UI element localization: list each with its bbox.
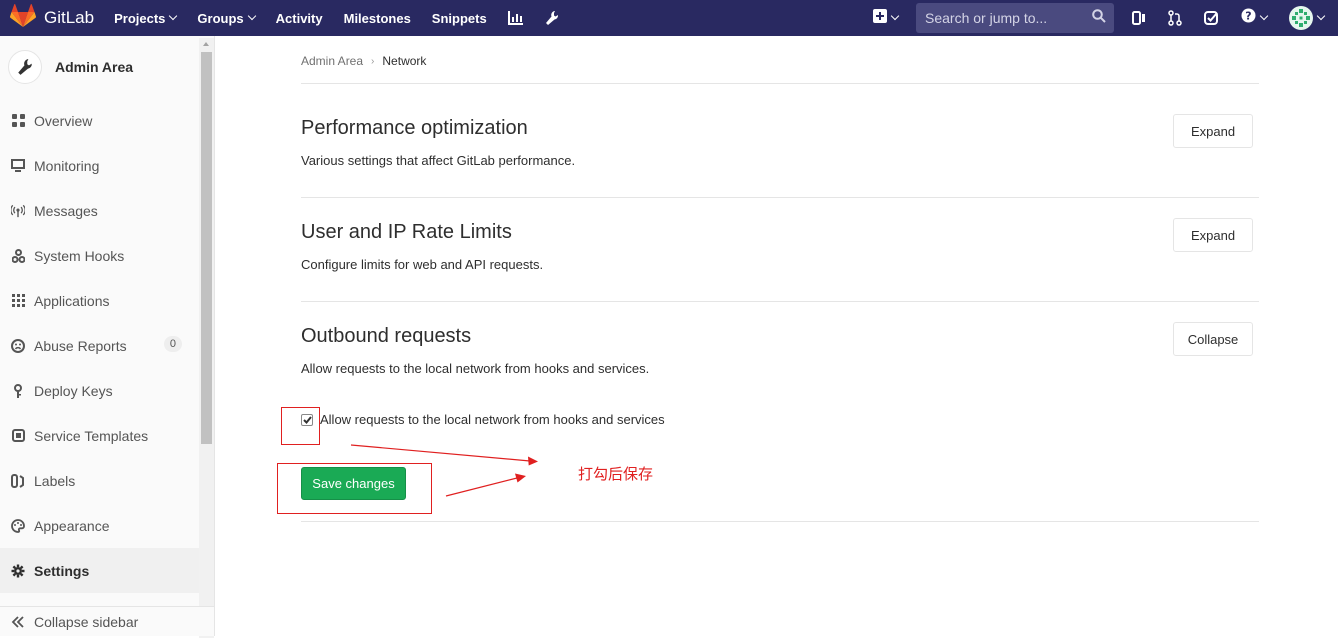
sidebar-item-label: Monitoring [34,157,100,174]
scroll-up-arrow-icon[interactable] [203,42,209,46]
abuse-count-badge: 0 [163,336,182,352]
collapse-outbound-button[interactable]: Collapse [1173,322,1253,356]
chevron-down-icon [1259,11,1269,21]
sidebar-item-applications[interactable]: Applications [0,278,199,323]
nav-projects-label: Projects [114,10,166,26]
nav-groups[interactable]: Groups [197,10,256,26]
expand-performance-button[interactable]: Expand [1173,114,1253,148]
sidebar-item-settings[interactable]: Settings [0,548,199,593]
sidebar-item-label: Settings [34,562,90,579]
labels-icon [11,473,25,488]
wrench-icon [8,50,42,84]
top-navbar: GitLab Projects Groups Activity Mileston… [0,0,1338,36]
broadcast-icon [11,204,25,218]
double-chevron-left-icon [11,615,25,628]
gitlab-logo-icon [9,3,37,33]
nav-groups-label: Groups [197,10,244,26]
sidebar-item-overview[interactable]: Overview [0,98,199,143]
nav-milestones[interactable]: Milestones [344,11,411,26]
sidebar-item-deploy-keys[interactable]: Deploy Keys [0,368,199,413]
search-placeholder: Search or jump to... [925,10,1048,26]
sidebar-scrollbar[interactable] [199,38,214,638]
main-nav: Projects Groups Activity Milestones Snip… [114,10,581,26]
sidebar-item-label: Labels [34,472,76,489]
merge-request-icon[interactable] [1168,10,1182,26]
sidebar-item-label: Service Templates [34,427,149,444]
nav-activity[interactable]: Activity [276,11,323,26]
gitlab-home-link[interactable]: GitLab [9,3,95,33]
overview-icon [11,114,25,128]
nav-activity-label: Activity [275,10,323,26]
template-icon [11,429,25,443]
search-icon [1092,8,1106,28]
question-icon: ? [1241,8,1256,28]
sidebar-item-label: Deploy Keys [34,382,113,399]
abuse-icon [11,338,25,353]
svg-text:?: ? [1245,10,1251,23]
appearance-icon [11,518,25,533]
avatar [1289,6,1313,30]
sidebar-item-label: Abuse Reports [34,337,127,354]
expand-rate-limits-button[interactable]: Expand [1173,218,1253,252]
annotation-arrows [350,444,538,497]
sidebar-item-label: Messages [34,202,98,219]
user-menu[interactable] [1289,6,1326,30]
nav-snippets-label: Snippets [431,10,487,26]
nav-projects[interactable]: Projects [114,10,178,26]
annotation-arrow-upper [350,444,538,466]
nav-snippets[interactable]: Snippets [432,11,487,26]
monitor-icon [11,159,25,173]
todo-check-icon[interactable] [1204,10,1219,26]
new-dropdown-button[interactable] [873,8,900,28]
right-nav: Search or jump to... ? [873,0,1338,36]
admin-sidebar: Admin Area Overview Monitoring Messages … [0,36,215,638]
settings-icon [11,564,25,578]
apps-icon [11,294,25,308]
hook-icon [11,248,25,263]
brand-name: GitLab [44,8,95,27]
collapse-sidebar-label: Collapse sidebar [34,613,139,630]
sidebar-item-abuse-reports[interactable]: Abuse Reports 0 [0,323,199,368]
annotation-arrow-lower [445,473,526,497]
nav-milestones-label: Milestones [343,10,411,26]
key-icon [11,383,25,398]
plus-square-icon [873,8,887,28]
help-dropdown[interactable]: ? [1241,8,1269,28]
sidebar-title: Admin Area [55,59,134,75]
chevron-down-icon [169,11,178,21]
chart-icon[interactable] [507,11,523,25]
chevron-down-icon [1316,11,1326,21]
sidebar-item-appearance[interactable]: Appearance [0,503,199,548]
sidebar-item-monitoring[interactable]: Monitoring [0,143,199,188]
admin-wrench-icon[interactable] [545,10,559,26]
chevron-down-icon [890,11,900,21]
scrollbar-thumb[interactable] [201,52,212,444]
sidebar-item-label: Applications [34,292,110,309]
chevron-down-icon [247,11,256,21]
issues-board-icon[interactable] [1132,10,1146,26]
sidebar-item-labels[interactable]: Labels [0,458,199,503]
sidebar-item-system-hooks[interactable]: System Hooks [0,233,199,278]
sidebar-item-service-templates[interactable]: Service Templates [0,413,199,458]
search-input[interactable]: Search or jump to... [916,3,1114,33]
sidebar-header[interactable]: Admin Area [0,36,214,98]
sidebar-item-label: Appearance [34,517,110,534]
sidebar-item-label: Overview [34,112,93,129]
sidebar-item-label: System Hooks [34,247,125,264]
sidebar-item-messages[interactable]: Messages [0,188,199,233]
main-content: Admin Area › Network Performance optimiz… [215,36,1338,636]
collapse-sidebar-button[interactable]: Collapse sidebar [0,606,214,636]
annotation-note: 打勾后保存 [578,465,654,483]
